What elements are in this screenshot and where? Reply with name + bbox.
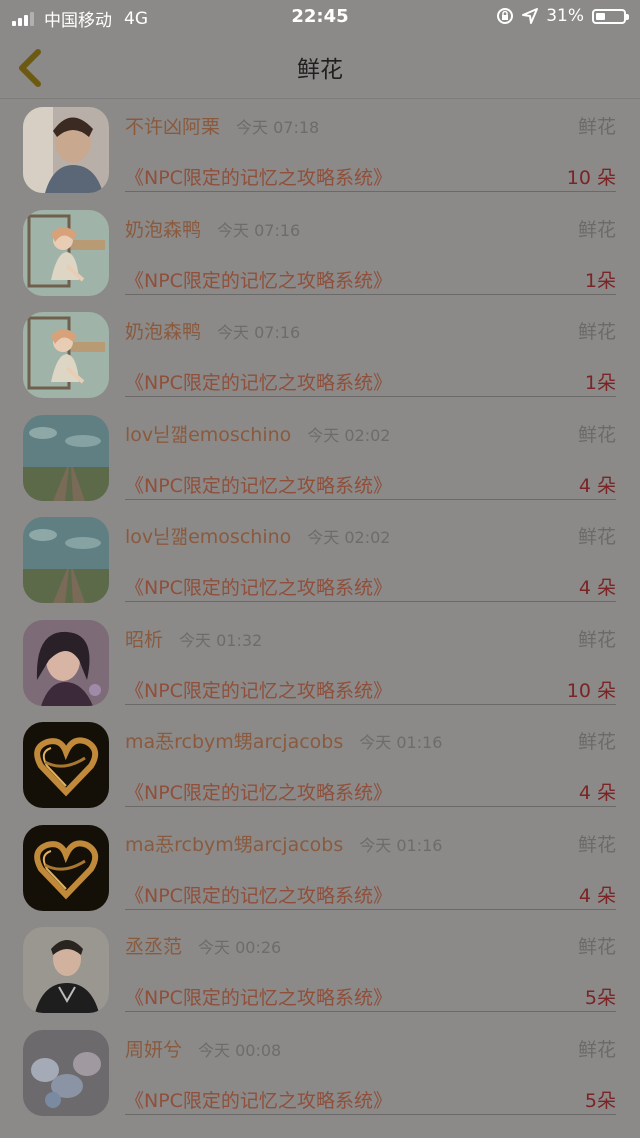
user-name-line: 不许凶阿栗 今天 07:18 <box>125 112 319 139</box>
nav-bar: 鲜花 <box>0 34 640 99</box>
user-name[interactable]: lov닏꺪emoschino <box>125 424 291 446</box>
list-item[interactable]: lov닏꺪emoschino 今天 02:02 鲜花 《NPC限定的记忆之攻略系统… <box>0 509 640 612</box>
timestamp: 今天 02:02 <box>307 528 391 547</box>
list-item[interactable]: 不许凶阿栗 今天 07:18 鲜花 《NPC限定的记忆之攻略系统》 10 朵 <box>0 99 640 202</box>
user-name-line: 奶泡森鸭 今天 07:16 <box>125 317 300 344</box>
gift-count: 10 朵 <box>566 167 616 189</box>
list-item[interactable]: 周妍兮 今天 00:08 鲜花 《NPC限定的记忆之攻略系统》 5朵 <box>0 1022 640 1125</box>
divider <box>125 498 616 500</box>
user-name[interactable]: ma忢rcbym甥arcjacobs <box>125 731 343 753</box>
user-name[interactable]: 不许凶阿栗 <box>125 116 220 138</box>
divider <box>125 806 616 807</box>
user-name[interactable]: 奶泡森鸭 <box>125 219 201 241</box>
status-bar: 中国移动 4G 22:45 31% <box>0 0 640 34</box>
user-name-line: lov닏꺪emoschino 今天 02:02 <box>125 420 390 447</box>
gift-type: 鲜花 <box>577 526 616 548</box>
list-item[interactable]: 昭析 今天 01:32 鲜花 《NPC限定的记忆之攻略系统》 10 朵 <box>0 612 640 715</box>
gift-count: 5朵 <box>584 987 616 1009</box>
gift-count: 4 朵 <box>578 474 616 497</box>
user-name-line: ma忢rcbym甥arcjacobs 今天 01:16 <box>125 830 442 857</box>
user-name[interactable]: ma忢rcbym甥arcjacobs <box>125 834 343 856</box>
gift-list: 不许凶阿栗 今天 07:18 鲜花 《NPC限定的记忆之攻略系统》 10 朵 奶泡… <box>0 99 640 1124</box>
avatar-railway-landscape[interactable] <box>23 517 109 603</box>
page-title: 鲜花 <box>297 57 343 83</box>
book-title-link[interactable]: 《NPC限定的记忆之攻略系统》 <box>125 573 392 600</box>
timestamp: 今天 07:16 <box>217 323 301 342</box>
gift-count: 4 朵 <box>578 884 616 907</box>
divider <box>125 1011 616 1012</box>
timestamp: 今天 02:02 <box>307 425 391 445</box>
book-title-link[interactable]: 《NPC限定的记忆之攻略系统》 <box>125 778 392 805</box>
list-item[interactable]: ma忢rcbym甥arcjacobs 今天 01:16 鲜花 《NPC限定的记忆之… <box>0 817 640 920</box>
list-item[interactable]: 奶泡森鸭 今天 07:16 鲜花 《NPC限定的记忆之攻略系统》 1朵 <box>0 304 640 407</box>
gift-type: 鲜花 <box>577 321 616 343</box>
book-title-link[interactable]: 《NPC限定的记忆之攻略系统》 <box>125 368 392 395</box>
gift-count: 4 朵 <box>578 577 616 599</box>
timestamp: 今天 01:16 <box>359 835 443 855</box>
divider <box>125 703 616 705</box>
user-name[interactable]: 奶泡森鸭 <box>125 321 201 343</box>
timestamp: 今天 00:08 <box>198 1040 282 1060</box>
gift-type: 鲜花 <box>577 423 616 446</box>
timestamp: 今天 07:18 <box>236 118 320 137</box>
gift-type: 鲜花 <box>577 628 616 651</box>
user-name-line: 丞丞范 今天 00:26 <box>125 932 281 959</box>
divider <box>125 1113 616 1115</box>
book-title-link[interactable]: 《NPC限定的记忆之攻略系统》 <box>125 266 392 293</box>
avatar-railway-landscape[interactable] <box>23 414 109 501</box>
book-title-link[interactable]: 《NPC限定的记忆之攻略系统》 <box>125 676 392 703</box>
book-title-link[interactable]: 《NPC限定的记忆之攻略系统》 <box>125 1086 392 1113</box>
gift-count: 5朵 <box>584 1089 616 1112</box>
status-right: 31% <box>496 6 629 26</box>
gift-type: 鲜花 <box>577 936 616 958</box>
gift-count: 1朵 <box>584 372 616 394</box>
gift-count: 1朵 <box>584 269 616 292</box>
user-name[interactable]: lov닏꺪emoschino <box>125 526 291 548</box>
list-item[interactable]: 奶泡森鸭 今天 07:16 鲜花 《NPC限定的记忆之攻略系统》 1朵 <box>0 202 640 305</box>
divider <box>125 396 616 397</box>
book-title-link[interactable]: 《NPC限定的记忆之攻略系统》 <box>125 983 392 1010</box>
avatar-boy-portrait-dark[interactable] <box>23 927 109 1013</box>
list-item[interactable]: ma忢rcbym甥arcjacobs 今天 01:16 鲜花 《NPC限定的记忆之… <box>0 714 640 817</box>
gift-count: 4 朵 <box>578 782 616 804</box>
avatar-cartoon-girl[interactable] <box>23 209 109 296</box>
location-icon <box>522 8 539 24</box>
timestamp: 今天 01:32 <box>179 630 263 650</box>
divider <box>125 191 616 192</box>
avatar-cartoon-girl[interactable] <box>23 312 109 398</box>
avatar-light-heart[interactable] <box>23 722 109 808</box>
orientation-lock-icon <box>497 8 514 24</box>
gift-type: 鲜花 <box>577 218 616 241</box>
user-name[interactable]: 昭析 <box>125 629 163 651</box>
battery-icon <box>592 8 629 24</box>
book-title-link[interactable]: 《NPC限定的记忆之攻略系统》 <box>125 163 392 190</box>
user-name-line: lov닏꺪emoschino 今天 02:02 <box>125 522 390 549</box>
avatar-boy-portrait[interactable] <box>23 107 109 193</box>
user-name-line: ma忢rcbym甥arcjacobs 今天 01:16 <box>125 727 442 754</box>
gift-type: 鲜花 <box>577 1038 616 1061</box>
list-item[interactable]: 丞丞范 今天 00:26 鲜花 《NPC限定的记忆之攻略系统》 5朵 <box>0 919 640 1022</box>
timestamp: 今天 00:26 <box>198 938 282 957</box>
user-name[interactable]: 丞丞范 <box>125 936 182 958</box>
gift-type: 鲜花 <box>577 833 616 856</box>
divider <box>125 293 616 295</box>
list-item[interactable]: lov닏꺪emoschino 今天 02:02 鲜花 《NPC限定的记忆之攻略系统… <box>0 407 640 510</box>
gift-type: 鲜花 <box>577 731 616 753</box>
user-name[interactable]: 周妍兮 <box>125 1039 182 1061</box>
book-title-link[interactable]: 《NPC限定的记忆之攻略系统》 <box>125 881 392 908</box>
avatar-girl-portrait[interactable] <box>23 619 109 706</box>
gift-type: 鲜花 <box>577 116 616 138</box>
battery-percent: 31% <box>546 6 584 26</box>
user-name-line: 周妍兮 今天 00:08 <box>125 1035 281 1062</box>
divider <box>125 908 616 910</box>
timestamp: 今天 01:16 <box>359 733 443 752</box>
avatar-flowers-photo[interactable] <box>23 1029 109 1116</box>
user-name-line: 奶泡森鸭 今天 07:16 <box>125 215 300 242</box>
timestamp: 今天 07:16 <box>217 220 301 240</box>
user-name-line: 昭析 今天 01:32 <box>125 625 262 652</box>
avatar-light-heart[interactable] <box>23 824 109 911</box>
book-title-link[interactable]: 《NPC限定的记忆之攻略系统》 <box>125 471 392 498</box>
gift-count: 10 朵 <box>566 679 616 702</box>
divider <box>125 601 616 602</box>
